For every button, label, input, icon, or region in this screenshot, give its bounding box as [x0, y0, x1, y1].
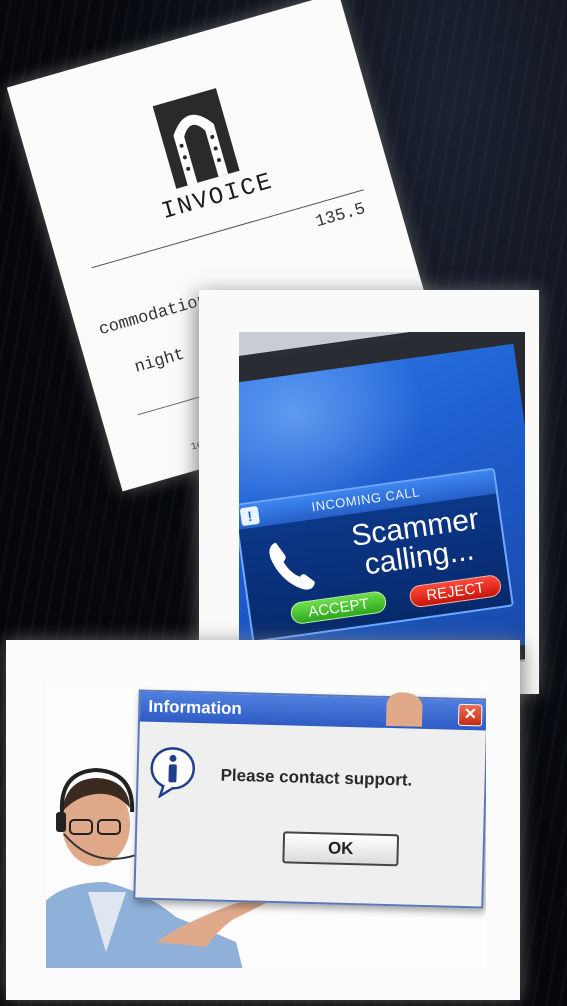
phone-screen: INCOMING CALL ! Scammer calling... ACCEPT…	[239, 343, 525, 662]
info-icon	[150, 747, 195, 799]
hand-holding-sign	[385, 692, 423, 727]
dialog-message: Please contact support.	[220, 765, 413, 790]
phone-card: INCOMING CALL ! Scammer calling... ACCEPT…	[199, 290, 539, 694]
caller-name: Scammer calling...	[349, 502, 481, 582]
support-photo: Information ✕ Please contact support. OK	[46, 682, 486, 968]
collage: INVOICE 135.5 commodation night 1em T IN…	[0, 0, 567, 1006]
information-dialog: Information ✕ Please contact support. OK	[133, 689, 486, 909]
invoice-line-item: night	[132, 345, 187, 378]
support-card: Information ✕ Please contact support. OK	[6, 640, 520, 1000]
phone-photo: INCOMING CALL ! Scammer calling... ACCEPT…	[239, 332, 525, 662]
ok-button[interactable]: OK	[282, 831, 400, 867]
alert-icon: !	[239, 505, 261, 527]
accept-button[interactable]: ACCEPT	[289, 590, 388, 626]
close-icon[interactable]: ✕	[457, 703, 483, 727]
phone-handset-icon	[269, 542, 315, 590]
arch-logo-icon	[152, 88, 240, 189]
reject-button[interactable]: REJECT	[408, 573, 503, 609]
invoice-line-item: commodation	[96, 291, 210, 341]
dialog-title: Information	[139, 691, 486, 731]
smartphone: INCOMING CALL ! Scammer calling... ACCEPT…	[239, 332, 525, 662]
invoice-amount: 135.5	[313, 199, 368, 233]
